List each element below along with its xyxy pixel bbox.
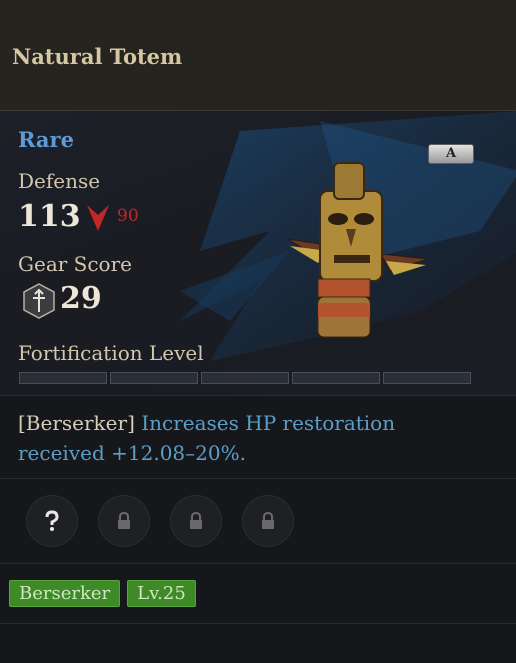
divider	[0, 478, 516, 479]
item-effect: [Berserker] Increases HP restoration rec…	[18, 408, 488, 468]
defense-diff: 90	[117, 206, 139, 226]
defense-value: 113	[18, 199, 81, 234]
lock-icon	[118, 512, 130, 529]
fortification-segment	[292, 372, 380, 384]
lock-icon	[190, 512, 202, 529]
divider	[0, 623, 516, 624]
socket-slot[interactable]	[170, 495, 222, 547]
socket-row	[26, 495, 294, 547]
fortification-bar	[19, 372, 471, 384]
tooltip-header: Natural Totem	[0, 0, 516, 111]
class-tag: Berserker	[9, 580, 121, 607]
level-tag: Lv.25	[127, 580, 196, 607]
fortification-segment	[383, 372, 471, 384]
down-arrow-icon	[87, 205, 109, 231]
gear-score-label: Gear Score	[18, 252, 132, 276]
lock-icon	[262, 512, 274, 529]
defense-label: Defense	[18, 169, 101, 193]
item-name: Natural Totem	[12, 44, 183, 69]
tag-row: Berserker Lv.25	[9, 580, 196, 607]
fortification-segment	[19, 372, 107, 384]
fortification-segment	[110, 372, 198, 384]
socket-slot[interactable]	[242, 495, 294, 547]
effect-class: [Berserker]	[18, 411, 135, 435]
divider	[0, 563, 516, 564]
item-stats-panel: Rare A Defense 113 90 Gear Score 29 Fort…	[0, 111, 516, 396]
item-image	[287, 162, 429, 338]
fortification-label: Fortification Level	[18, 341, 204, 365]
gear-score-value: 29	[60, 281, 102, 316]
fortification-segment	[201, 372, 289, 384]
gear-score-icon	[23, 283, 55, 319]
socket-slot[interactable]	[98, 495, 150, 547]
question-mark-icon	[45, 510, 59, 531]
item-rarity: Rare	[18, 127, 74, 152]
socket-slot[interactable]	[26, 495, 78, 547]
